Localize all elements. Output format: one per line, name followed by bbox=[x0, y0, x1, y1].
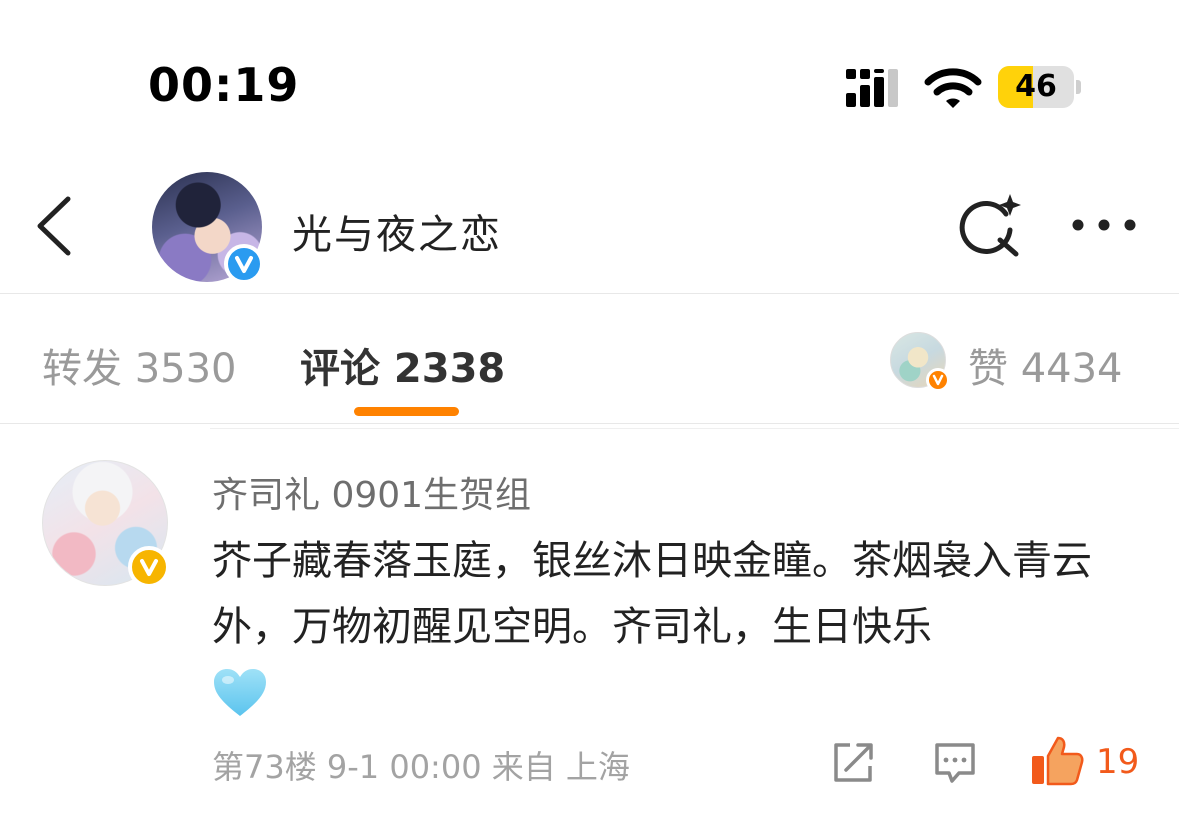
comment-author[interactable]: 齐司礼 0901生贺组 bbox=[212, 466, 531, 518]
cellular-signal-icon bbox=[846, 69, 898, 107]
search-icon[interactable] bbox=[956, 192, 1024, 260]
battery-indicator: 46 bbox=[998, 66, 1074, 108]
tab-reposts[interactable]: 转发 3530 bbox=[42, 336, 237, 394]
verified-badge-icon bbox=[128, 546, 170, 588]
wifi-icon bbox=[924, 68, 982, 108]
battery-cap bbox=[1076, 80, 1081, 94]
comment-icon[interactable] bbox=[932, 740, 978, 786]
verified-badge-icon bbox=[224, 244, 264, 284]
comment-meta: 第73楼 9-1 00:00 来自 上海 bbox=[212, 748, 630, 786]
battery-percentage: 46 bbox=[1015, 69, 1057, 104]
comment-text: 芥子藏春落玉庭，银丝沐日映金瞳。茶烟袅入青云外，万物初醒见空明。齐司礼，生日快乐 bbox=[212, 538, 1092, 650]
like-count: 19 bbox=[1096, 742, 1140, 782]
header-divider bbox=[0, 293, 1179, 294]
thumbs-up-icon[interactable] bbox=[1030, 734, 1084, 788]
active-tab-indicator bbox=[354, 407, 459, 416]
comment-text-block: 芥子藏春落玉庭，银丝沐日映金瞳。茶烟袅入青云外，万物初醒见空明。齐司礼，生日快乐 bbox=[212, 528, 1152, 718]
share-icon[interactable] bbox=[830, 740, 876, 786]
blue-heart-icon bbox=[214, 669, 266, 716]
back-icon[interactable] bbox=[30, 195, 80, 257]
verified-badge-icon bbox=[926, 368, 950, 392]
comment-divider bbox=[210, 428, 1179, 429]
more-options-icon[interactable] bbox=[1070, 210, 1138, 240]
tab-comments[interactable]: 评论 2338 bbox=[300, 336, 505, 394]
status-time: 00:19 bbox=[148, 58, 300, 112]
tabs-divider bbox=[0, 423, 1179, 424]
tab-likes[interactable]: 赞 4434 bbox=[968, 336, 1123, 394]
account-name[interactable]: 光与夜之恋 bbox=[292, 202, 502, 260]
